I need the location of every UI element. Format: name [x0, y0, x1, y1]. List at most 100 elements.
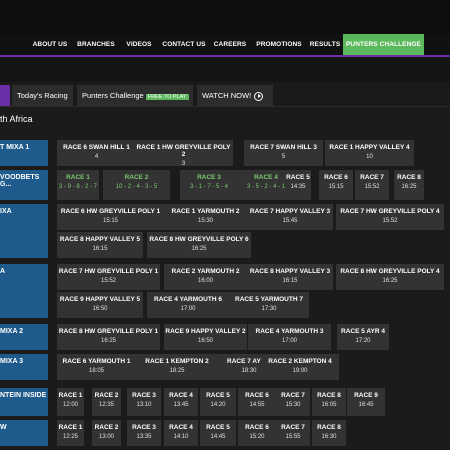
race-cell[interactable]: RACE 2 KEMPTON 4 19:00 [261, 354, 339, 380]
nav-about-us[interactable]: ABOUT US [28, 34, 72, 55]
race-title: RACE 2 [94, 424, 119, 431]
race-cell[interactable]: RACE 7 HAPPY VALLEY 3 15:45 [247, 204, 333, 230]
race-cell[interactable]: RACE 8 16:25 [394, 170, 424, 200]
race-detail: 14:45 [210, 434, 226, 440]
section-title: th Africa [0, 114, 33, 124]
race-title: RACE 9 [354, 392, 378, 399]
race-title: RACE 1 KEMPTON 2 [145, 358, 209, 365]
race-cell[interactable]: RACE 6 YARMOUTH 1 18:05 [57, 354, 136, 380]
race-title: RACE 6 [245, 424, 269, 431]
race-cell[interactable]: RACE 3 3 - 1 - 7 - 5 - 4 [180, 170, 238, 200]
tab-bar: Today's Racing Punters Challenge FREE TO … [0, 82, 450, 107]
race-cell[interactable]: RACE 3 13:10 [127, 388, 161, 416]
race-cell[interactable]: RACE 9 HAPPY VALLEY 5 16:50 [57, 292, 143, 318]
race-cell[interactable]: RACE 4 13:45 [164, 388, 198, 416]
venue-6[interactable]: MIXA 3 [0, 354, 48, 380]
race-cell[interactable]: RACE 9 HAPPY VALLEY 2 16:50 [164, 324, 247, 350]
race-cell[interactable]: RACE 7 15:52 [355, 170, 389, 200]
tab-watch-now[interactable]: WATCH NOW! [197, 85, 273, 106]
race-detail: 3 - 1 - 7 - 5 - 4 [189, 184, 228, 190]
tab-active-edge[interactable] [0, 85, 10, 106]
race-cell[interactable]: RACE 4 YARMOUTH 3 17:00 [248, 324, 331, 350]
race-cell[interactable]: RACE 4 14:10 [164, 420, 198, 446]
race-detail: 18:25 [169, 368, 185, 374]
race-cell[interactable]: RACE 2 12:35 [92, 388, 121, 416]
race-title: RACE 6 YARMOUTH 1 [62, 358, 131, 365]
race-cell[interactable]: RACE 6 15:20 [238, 420, 276, 446]
race-cell[interactable]: RACE 8 16:05 [312, 388, 346, 416]
race-detail: 3 [181, 161, 186, 167]
race-cell[interactable]: RACE 7 15:30 [276, 388, 310, 416]
nav-videos[interactable]: VIDEOS [120, 34, 158, 55]
race-title: RACE 3 [132, 392, 156, 399]
nav-contact-us[interactable]: CONTACT US [160, 34, 208, 55]
venue-7[interactable]: NTEIN INSIDE [0, 388, 48, 416]
race-cell[interactable]: RACE 6 14:55 [238, 388, 276, 416]
race-title: RACE 7 [360, 174, 384, 181]
race-cell[interactable]: RACE 1 HAPPY VALLEY 4 10 [325, 140, 414, 166]
tab-todays-racing[interactable]: Today's Racing [12, 85, 73, 106]
race-cell[interactable]: RACE 5 14:45 [200, 420, 236, 446]
tab-todays-racing-label: Today's Racing [17, 91, 68, 100]
race-cell[interactable]: RACE 6 SWAN HILL 1 4 [57, 140, 136, 166]
race-cell[interactable]: RACE 5 14:35 [285, 170, 311, 200]
race-cell[interactable]: RACE 8 16:30 [312, 420, 346, 446]
race-cell[interactable]: RACE 2 10 - 2 - 4 - 3 - 5 [103, 170, 170, 200]
venue-3[interactable]: IXA [0, 204, 48, 258]
race-title: RACE 6 [245, 392, 269, 399]
race-cell[interactable]: RACE 5 AYR 4 17:20 [337, 324, 389, 350]
race-cell[interactable]: RACE 3 13:35 [127, 420, 161, 446]
race-detail: 15:20 [249, 434, 265, 440]
race-detail: 15:30 [197, 218, 213, 224]
race-cell[interactable]: RACE 1 HW GREYVILLE POLY 2 3 [134, 140, 233, 167]
race-title: RACE 8 [317, 392, 341, 399]
venue-name: MIXA 2 [0, 328, 24, 335]
race-cell[interactable]: RACE 8 HW GREYVILLE POLY 1 16:25 [57, 324, 160, 350]
race-cell[interactable]: RACE 2 YARMOUTH 2 16:00 [164, 264, 247, 290]
race-title: RACE 5 AYR 4 [341, 328, 385, 335]
nav-promotions[interactable]: PROMOTIONS [252, 34, 306, 55]
race-cell[interactable]: RACE 7 HW GREYVILLE POLY 1 15:52 [57, 264, 160, 290]
race-cell[interactable]: RACE 7 SWAN HILL 3 5 [244, 140, 323, 166]
race-title: RACE 2 YARMOUTH 2 [171, 268, 240, 275]
nav-branches[interactable]: BRANCHES [74, 34, 118, 55]
race-cell[interactable]: RACE 8 HAPPY VALLEY 3 16:15 [247, 264, 333, 290]
race-cell[interactable]: RACE 1 12:00 [57, 388, 84, 416]
race-cell[interactable]: RACE 5 14:20 [200, 388, 236, 416]
nav-punters-challenge[interactable]: PUNTERS CHALLENGE [343, 34, 424, 55]
venue-8[interactable]: W [0, 420, 48, 446]
race-title: RACE 5 [206, 392, 230, 399]
race-cell[interactable]: RACE 4 YARMOUTH 6 17:00 [147, 292, 229, 318]
race-cell[interactable]: RACE 7 HW GREYVILLE POLY 4 15:52 [336, 204, 444, 230]
race-cell[interactable]: RACE 1 YARMOUTH 2 15:30 [164, 204, 247, 230]
venue-4[interactable]: A [0, 264, 48, 318]
race-cell[interactable]: RACE 2 13:00 [92, 420, 121, 446]
race-detail: 16:15 [92, 246, 108, 252]
race-detail: 12:00 [62, 402, 78, 408]
race-title: RACE 4 YARMOUTH 3 [255, 328, 324, 335]
nav-careers[interactable]: CAREERS [210, 34, 250, 55]
race-cell[interactable]: RACE 7 15:55 [276, 420, 310, 446]
race-cell[interactable]: RACE 5 YARMOUTH 7 17:30 [229, 292, 309, 318]
race-cell[interactable]: RACE 1 3 - 9 - 8 - 2 - 7 [57, 170, 99, 200]
race-detail: 15:30 [285, 402, 301, 408]
race-cell[interactable]: RACE 9 16:45 [347, 388, 385, 416]
race-title: RACE 1 YARMOUTH 2 [171, 208, 240, 215]
race-cell[interactable]: RACE 6 HW GREYVILLE POLY 1 15:15 [57, 204, 164, 230]
race-cell[interactable]: RACE 6 15:15 [319, 170, 353, 200]
tab-punters-label: Punters Challenge [82, 91, 144, 100]
race-cell[interactable]: RACE 1 KEMPTON 2 18:25 [134, 354, 220, 380]
race-detail: 13:45 [173, 402, 189, 408]
race-title: RACE 7 [281, 424, 305, 431]
tab-punters-challenge[interactable]: Punters Challenge FREE TO PLAY [77, 85, 193, 106]
venue-2[interactable]: VOODBETS G... [0, 170, 48, 200]
race-cell[interactable]: RACE 8 HW GREYVILLE POLY 6 16:25 [147, 232, 251, 258]
race-cell[interactable]: RACE 1 12:25 [57, 420, 84, 446]
race-detail: 12:25 [62, 434, 78, 440]
venue-1[interactable]: T MIXA 1 [0, 140, 48, 166]
race-cell[interactable]: RACE 8 HW GREYVILLE POLY 4 16:25 [336, 264, 444, 290]
venue-5[interactable]: MIXA 2 [0, 324, 48, 350]
race-cell[interactable]: RACE 8 HAPPY VALLEY 5 16:15 [57, 232, 143, 258]
race-detail: 16:25 [382, 278, 398, 284]
nav-results[interactable]: RESULTS [307, 34, 343, 55]
